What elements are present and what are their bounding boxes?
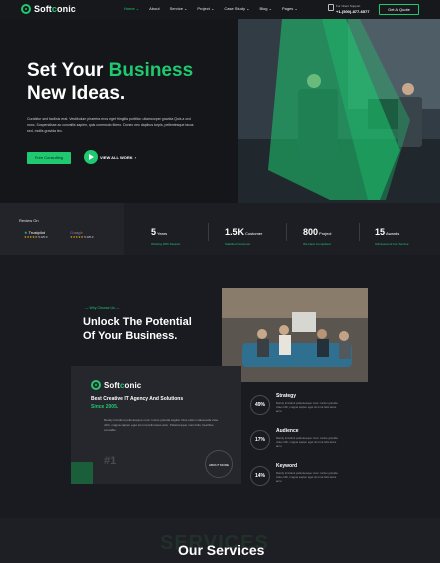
stat-years: 5Years Working With Passion bbox=[151, 227, 181, 246]
star-icon: ★★★★★ bbox=[24, 235, 38, 239]
review-google[interactable]: Google ★★★★★ 5.0/5.0 bbox=[70, 230, 93, 239]
metric-keyword-ring: 14% bbox=[250, 466, 270, 486]
metric-keyword-text: Randy tincidunt pellentesque nunc. luctu… bbox=[276, 471, 338, 483]
stat-awards: 15Awards Achievement For Service bbox=[375, 227, 409, 246]
metric-strategy-text: Randy tincidunt pellentesque nunc. luctu… bbox=[276, 401, 338, 413]
metric-audience-ring: 17% bbox=[250, 430, 270, 450]
star-icon: ★★★★★ bbox=[70, 235, 84, 239]
about-more-button[interactable]: ABOUT MORE bbox=[205, 450, 233, 478]
card-paragraph: Randy tincidunt pellentesque nunc. luctu… bbox=[104, 418, 219, 432]
metric-strategy-title: Strategy bbox=[276, 393, 297, 399]
about-photo bbox=[222, 288, 368, 382]
logo-icon bbox=[91, 380, 101, 390]
review-box bbox=[0, 203, 124, 255]
about-photo-scene bbox=[222, 288, 368, 382]
stat-projects: 800Project We Have Completed bbox=[303, 227, 332, 246]
metric-audience-title: Audience bbox=[276, 428, 299, 434]
review-title: Review On bbox=[19, 218, 39, 223]
free-consulting-button[interactable]: Free Consulting bbox=[27, 152, 71, 164]
view-work-link[interactable]: VIEW ALL WORK › bbox=[84, 150, 136, 164]
about-kicker: — Why Choose Us — bbox=[85, 306, 120, 310]
stat-customers: 1.5KCustomer Satisfied Customer bbox=[225, 227, 263, 246]
stat-divider bbox=[359, 223, 360, 241]
card-number: #1 bbox=[104, 455, 117, 467]
metric-audience-text: Randy tincidunt pellentesque nunc. luctu… bbox=[276, 436, 338, 448]
review-trustpilot[interactable]: ★ Trustpilot ★★★★★ 5.0/5.0 bbox=[24, 230, 47, 239]
card-logo: Softconic bbox=[91, 380, 141, 390]
view-work-label: VIEW ALL WORK bbox=[100, 154, 133, 160]
arrow-icon: › bbox=[134, 154, 137, 160]
hero-title: Set Your Business New Ideas. bbox=[27, 60, 194, 104]
metric-keyword-title: Keyword bbox=[276, 463, 298, 469]
hero-paragraph: Curabitur sed facilisis erat. Vestibulum… bbox=[27, 117, 194, 133]
metric-strategy-ring: 49% bbox=[250, 395, 270, 415]
about-title: Unlock The Potential Of Your Business. bbox=[83, 316, 192, 342]
card-accent-block bbox=[71, 462, 93, 484]
card-heading: Best Creative IT Agency And Solutions Si… bbox=[91, 396, 184, 410]
services-title: Our Services bbox=[178, 542, 265, 558]
stat-divider bbox=[208, 223, 209, 241]
play-icon bbox=[84, 150, 98, 164]
stat-divider bbox=[286, 223, 287, 241]
